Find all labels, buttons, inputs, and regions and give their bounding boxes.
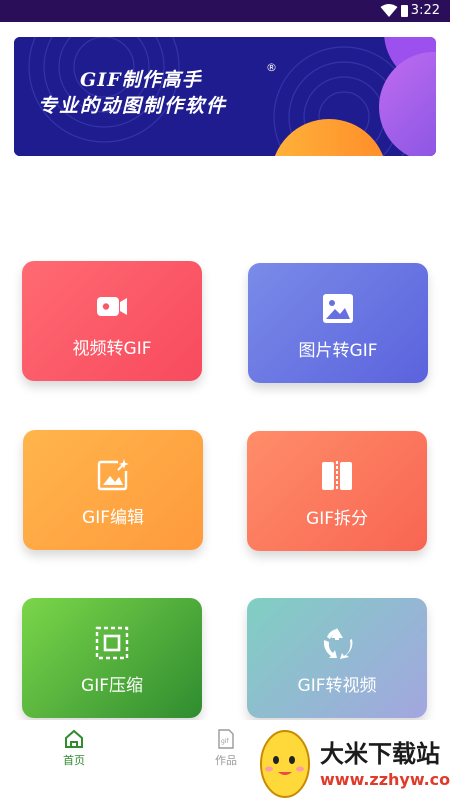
svg-text:gif: gif <box>221 738 229 745</box>
watermark-url: www.zzhyw.com <box>320 770 450 789</box>
watermark-title: 大米下载站 <box>320 740 440 768</box>
gif-split-card[interactable]: GIF拆分 <box>247 431 427 551</box>
battery-icon <box>401 5 408 17</box>
card-label: 图片转GIF <box>298 341 378 361</box>
registered-mark: ® <box>266 61 277 74</box>
recycle-icon <box>323 628 353 659</box>
nav-label: 作品 <box>215 754 237 767</box>
image-edit-icon <box>97 459 129 491</box>
video-camera-icon <box>97 297 127 316</box>
site-watermark: 大米下载站 www.zzhyw.com <box>250 722 450 800</box>
gif-edit-card[interactable]: GIF编辑 <box>23 430 203 550</box>
card-label: GIF转视频 <box>297 676 377 696</box>
image-icon <box>323 294 353 323</box>
promo-banner[interactable]: GIF制作高手 ® 专业的动图制作软件 <box>14 37 436 156</box>
mascot-logo <box>260 730 310 798</box>
card-label: GIF拆分 <box>306 509 368 529</box>
home-icon <box>65 729 83 748</box>
card-label: GIF编辑 <box>82 508 144 528</box>
video-to-gif-card[interactable]: 视频转GIF <box>22 261 202 381</box>
image-to-gif-card[interactable]: 图片转GIF <box>248 263 428 383</box>
compress-icon <box>95 626 129 660</box>
gif-compress-card[interactable]: GIF压缩 <box>22 598 202 718</box>
banner-title: GIF制作高手 <box>80 69 202 91</box>
split-icon <box>322 461 352 491</box>
status-bar: 3:22 <box>0 0 450 22</box>
gif-to-video-card[interactable]: GIF转视频 <box>247 598 427 718</box>
gif-file-icon: gif <box>218 729 234 749</box>
status-time: 3:22 <box>410 3 440 18</box>
wifi-icon <box>380 4 398 17</box>
nav-item-works[interactable]: gif 作品 <box>196 728 256 768</box>
nav-item-home[interactable]: 首页 <box>44 728 104 768</box>
banner-subtitle: 专业的动图制作软件 <box>38 95 228 117</box>
nav-label: 首页 <box>63 754 85 767</box>
card-label: 视频转GIF <box>72 339 152 359</box>
card-label: GIF压缩 <box>81 676 143 696</box>
